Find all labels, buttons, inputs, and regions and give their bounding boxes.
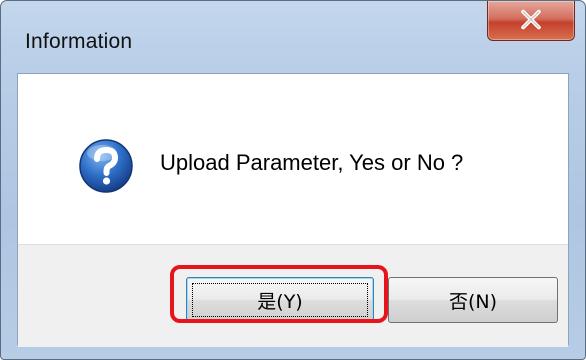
dialog-client-area: Upload Parameter, Yes or No ? 是(Y) 否(N) bbox=[17, 73, 569, 347]
yes-button-label: 是(Y) bbox=[257, 290, 303, 313]
close-icon bbox=[521, 9, 541, 30]
button-area: 是(Y) 否(N) bbox=[18, 244, 568, 347]
window-title: Information bbox=[25, 30, 133, 53]
dialog-message: Upload Parameter, Yes or No ? bbox=[160, 150, 464, 175]
title-bar[interactable]: Information bbox=[1, 1, 585, 73]
message-area: Upload Parameter, Yes or No ? bbox=[18, 74, 568, 244]
no-button-label: 否(N) bbox=[448, 290, 498, 313]
close-button[interactable] bbox=[487, 1, 575, 41]
dialog-window: Information Upload Parameter, Yes or No … bbox=[0, 0, 586, 360]
yes-button[interactable]: 是(Y) bbox=[186, 277, 374, 323]
question-icon bbox=[79, 139, 133, 193]
no-button[interactable]: 否(N) bbox=[388, 277, 558, 323]
